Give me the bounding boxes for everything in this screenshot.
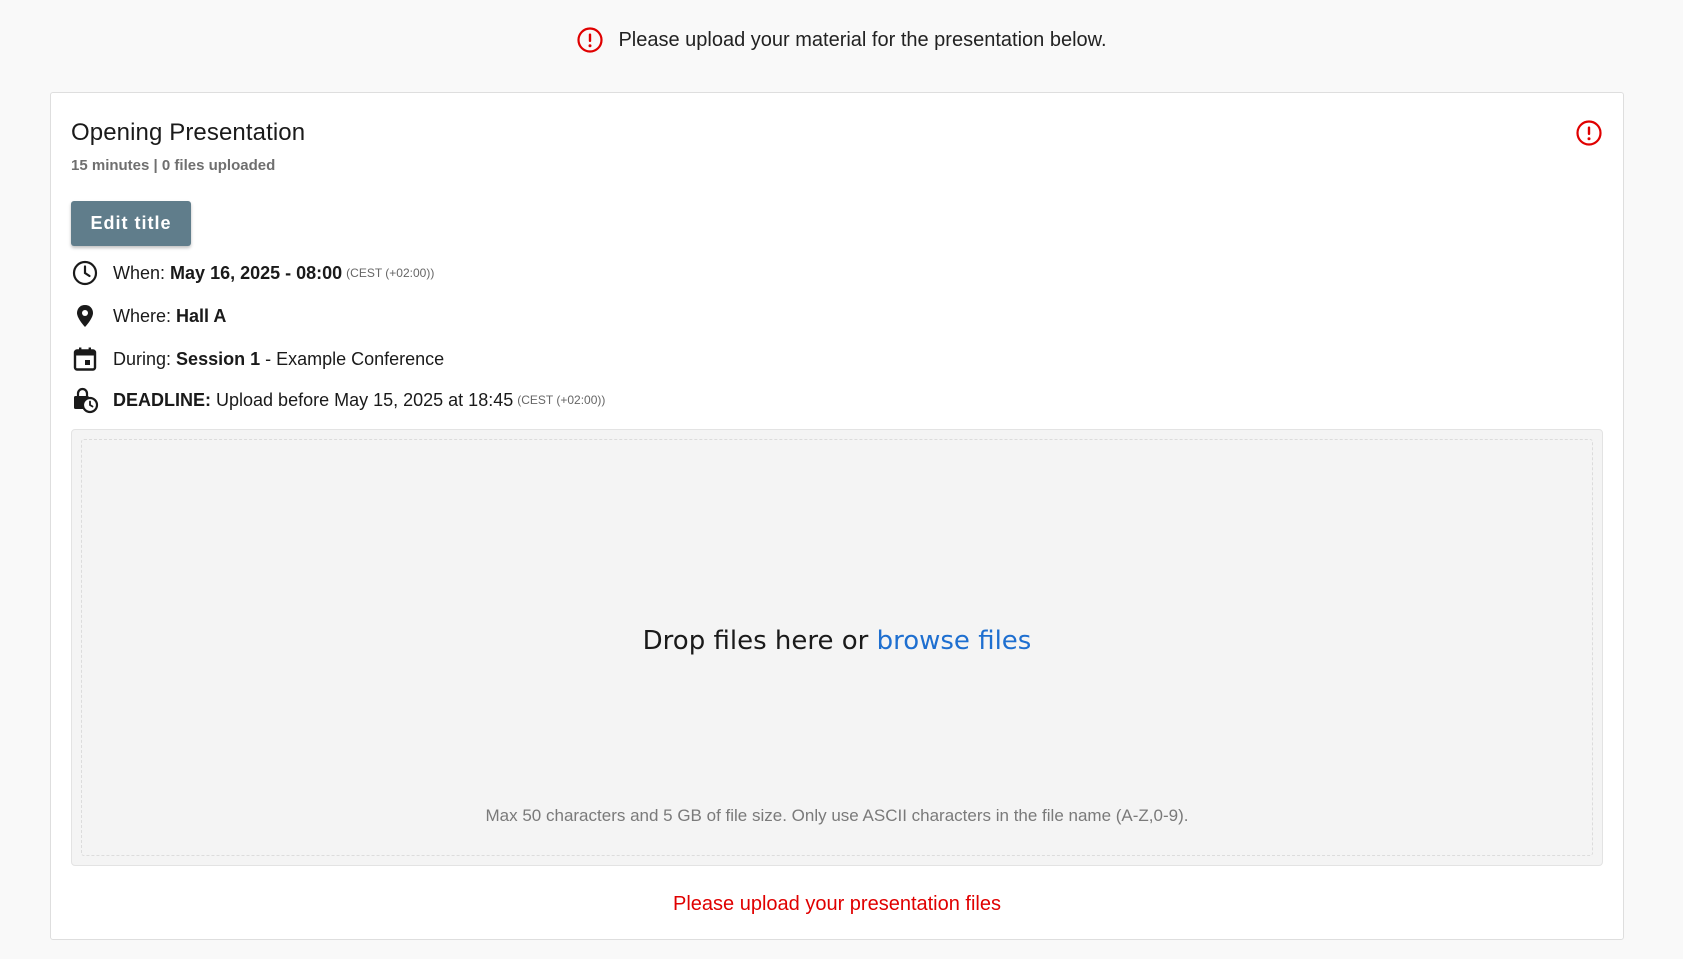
info-where: Where: Hall A [71,301,226,331]
drop-text: Drop files here or browse files [72,626,1602,656]
during-conference: - Example Conference [260,348,445,369]
clock-icon [71,259,99,287]
when-timezone: (CEST (+02:00)) [346,266,435,280]
presentation-subtitle: 15 minutes | 0 files uploaded [71,157,276,174]
calendar-icon [71,345,99,373]
deadline-value: Upload before May 15, 2025 at 18:45 [216,389,514,410]
during-label: During: [113,348,172,369]
presentation-card: Opening Presentation 15 minutes | 0 file… [50,92,1624,940]
upload-banner: Please upload your material for the pres… [0,18,1683,62]
drop-text-label: Drop files here or [642,626,877,656]
where-label: Where: [113,305,172,326]
info-during: During: Session 1 - Example Conference [71,344,444,374]
when-label: When: [113,262,166,283]
presentation-title: Opening Presentation [71,119,306,146]
alert-circle-icon [576,26,604,54]
where-value: Hall A [176,305,227,326]
deadline-timezone: (CEST (+02:00)) [517,393,606,407]
file-dropzone[interactable]: Drop files here or browse files Max 50 c… [71,429,1603,866]
lock-clock-icon [71,386,99,414]
info-when: When: May 16, 2025 - 08:00 (CEST (+02:00… [71,258,434,288]
during-session: Session 1 [176,348,261,369]
edit-title-button[interactable]: Edit title [71,201,191,246]
deadline-label: DEADLINE: [113,389,211,410]
browse-files-link[interactable]: browse files [877,626,1032,656]
upload-required-message: Please upload your presentation files [673,893,1001,915]
when-value: May 16, 2025 - 08:00 [170,262,343,283]
banner-message: Please upload your material for the pres… [618,28,1107,51]
location-pin-icon [71,302,99,330]
dropzone-note: Max 50 characters and 5 GB of file size.… [485,806,1189,825]
alert-circle-icon [1575,119,1603,147]
info-deadline: DEADLINE: Upload before May 15, 2025 at … [71,385,605,415]
